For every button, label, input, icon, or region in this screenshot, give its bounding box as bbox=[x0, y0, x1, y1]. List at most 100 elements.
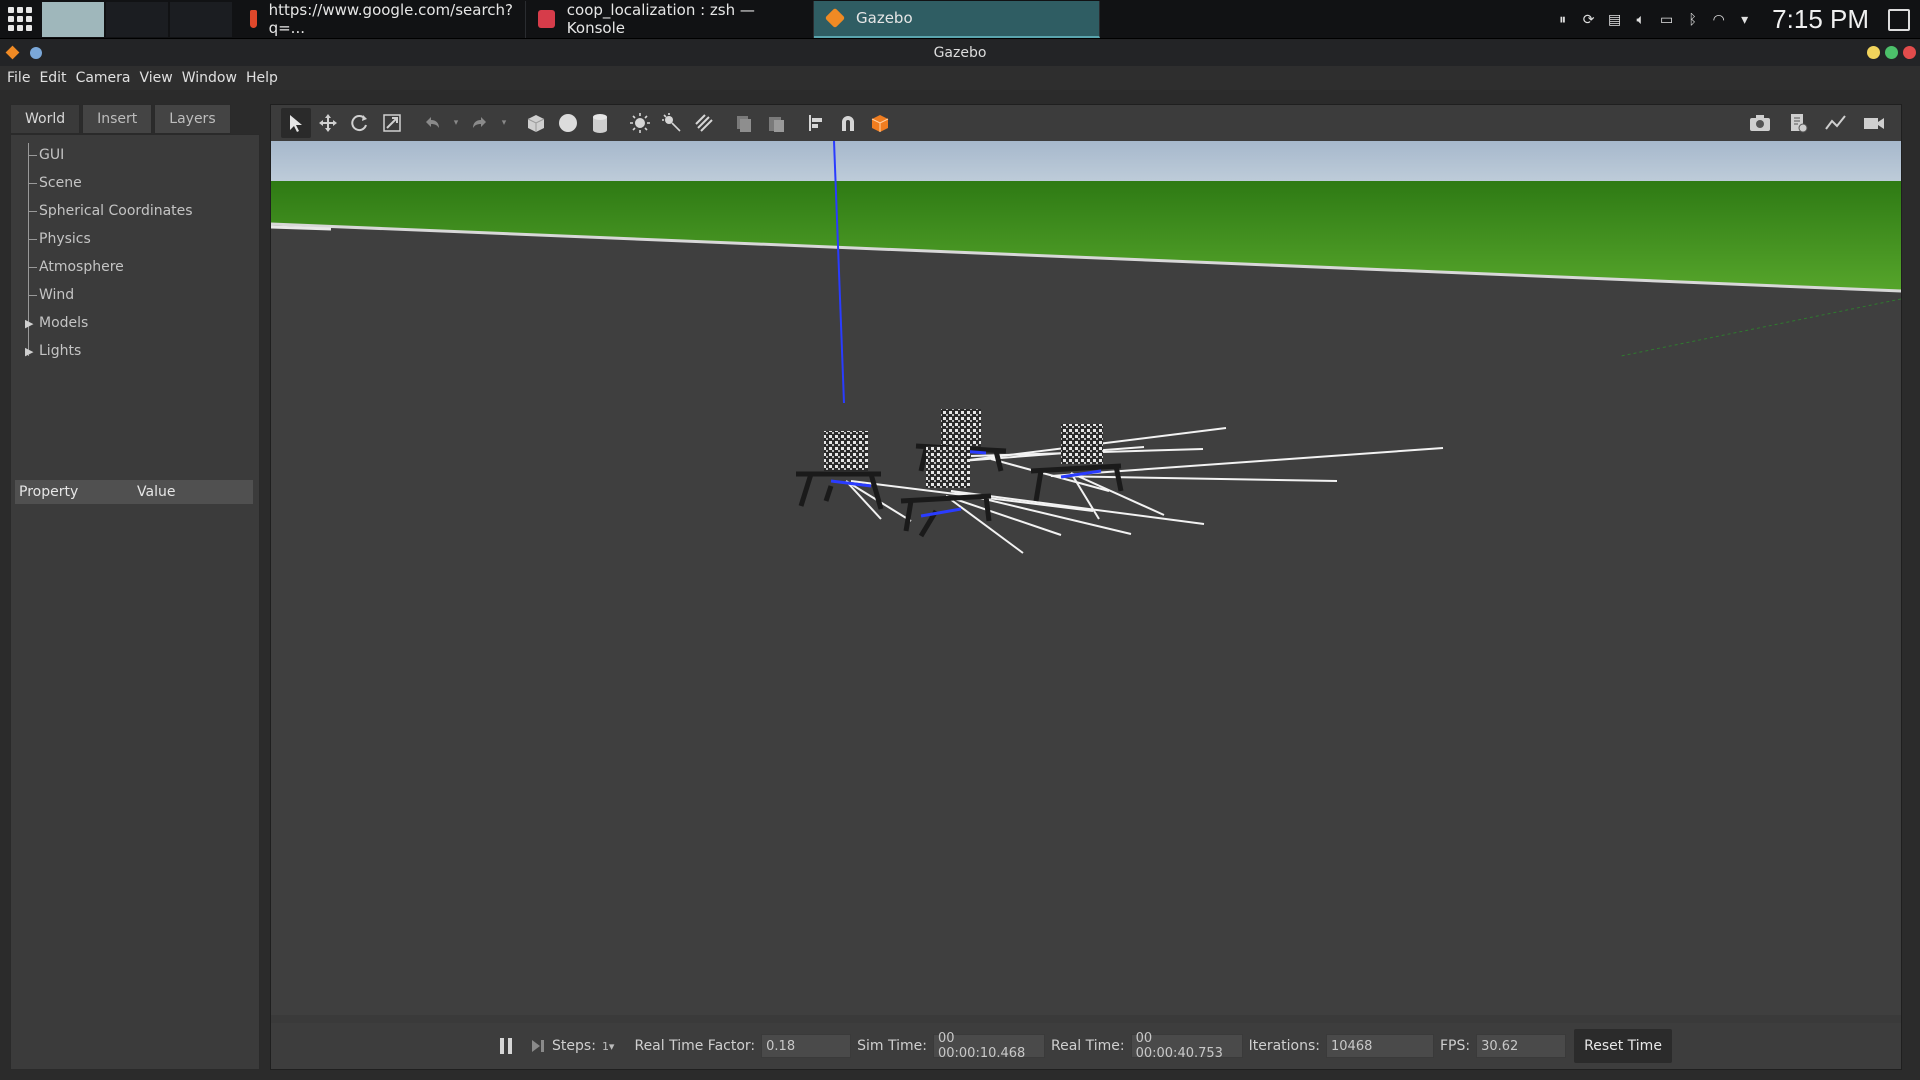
tree-item-atmosphere[interactable]: Atmosphere bbox=[11, 253, 259, 281]
steps-spinner[interactable]: 1▾ bbox=[602, 1040, 615, 1053]
screenshot-button[interactable] bbox=[1745, 108, 1775, 138]
bluetooth-icon[interactable]: ᛒ bbox=[1684, 11, 1701, 28]
tree-item-lights[interactable]: ▶ Lights bbox=[11, 337, 259, 365]
insert-cylinder-button[interactable] bbox=[585, 108, 615, 138]
grid-icon bbox=[8, 7, 32, 31]
world-tree: GUI Scene Spherical Coordinates Physics … bbox=[10, 134, 260, 1070]
step-forward-icon bbox=[532, 1040, 545, 1052]
tree-item-label: Lights bbox=[39, 343, 82, 359]
tree-item-models[interactable]: ▶ Models bbox=[11, 309, 259, 337]
steps-label: Steps: bbox=[552, 1038, 596, 1054]
value-column-header: Value bbox=[137, 484, 176, 500]
directional-light-icon bbox=[695, 114, 713, 132]
align-button[interactable] bbox=[801, 108, 831, 138]
spot-light-button[interactable] bbox=[657, 108, 687, 138]
task-konsole[interactable]: coop_localization : zsh — Konsole bbox=[526, 0, 814, 38]
tree-item-spherical-coordinates[interactable]: Spherical Coordinates bbox=[11, 197, 259, 225]
paste-button[interactable] bbox=[761, 108, 791, 138]
menu-camera[interactable]: Camera bbox=[76, 70, 140, 86]
tab-world[interactable]: World bbox=[10, 104, 81, 134]
maximize-button[interactable] bbox=[1885, 46, 1898, 59]
tree-item-physics[interactable]: Physics bbox=[11, 225, 259, 253]
volume-icon[interactable]: 🔈︎ bbox=[1632, 11, 1649, 28]
redo-history-dropdown[interactable]: ▾ bbox=[497, 108, 511, 138]
insert-box-button[interactable] bbox=[521, 108, 551, 138]
viewport-frame: ▾ ▾ Steps: 1▾ Real Time Factor: 0.18 Sim… bbox=[270, 104, 1902, 1070]
directional-light-button[interactable] bbox=[689, 108, 719, 138]
tree-item-wind[interactable]: Wind bbox=[11, 281, 259, 309]
scale-icon bbox=[383, 114, 401, 132]
step-button[interactable] bbox=[530, 1038, 546, 1054]
cylinder-shape-icon bbox=[593, 114, 607, 133]
snap-button[interactable] bbox=[833, 108, 863, 138]
cursor-arrow-icon bbox=[290, 115, 302, 132]
tree-item-gui[interactable]: GUI bbox=[11, 141, 259, 169]
window-title: Gazebo bbox=[933, 44, 987, 61]
menu-window[interactable]: Window bbox=[182, 70, 246, 86]
show-desktop-icon[interactable] bbox=[1888, 8, 1910, 31]
change-view-button[interactable] bbox=[865, 108, 895, 138]
fps-field: 30.62 bbox=[1476, 1034, 1567, 1058]
scene-render bbox=[271, 141, 1901, 1015]
chevron-down-icon: ▾ bbox=[453, 118, 459, 128]
menu-help[interactable]: Help bbox=[246, 70, 287, 86]
select-mode-button[interactable] bbox=[281, 108, 311, 138]
rotate-mode-button[interactable] bbox=[345, 108, 375, 138]
menu-edit[interactable]: Edit bbox=[39, 70, 75, 86]
task-browser[interactable]: https://www.google.com/search?q=... bbox=[238, 0, 526, 38]
minimize-button[interactable] bbox=[1867, 46, 1880, 59]
property-table-header: Property Value bbox=[15, 480, 253, 504]
tree-item-label: Atmosphere bbox=[39, 259, 124, 275]
tab-layers[interactable]: Layers bbox=[154, 104, 231, 134]
line-chart-icon bbox=[1825, 115, 1846, 130]
real-time-factor-label: Real Time Factor: bbox=[634, 1038, 756, 1054]
point-light-button[interactable] bbox=[625, 108, 655, 138]
clock[interactable]: 7:15 PM bbox=[1772, 4, 1869, 35]
undo-icon bbox=[426, 117, 439, 128]
expand-arrow-icon[interactable]: ▶ bbox=[25, 345, 33, 358]
desktop-pager-2[interactable] bbox=[106, 1, 168, 37]
window-titlebar[interactable]: Gazebo bbox=[0, 39, 1920, 66]
plot-button[interactable] bbox=[1821, 108, 1851, 138]
align-icon bbox=[809, 115, 822, 131]
app-launcher-button[interactable] bbox=[0, 0, 40, 39]
desktop-pager-1[interactable] bbox=[42, 1, 104, 37]
redo-button[interactable] bbox=[465, 108, 495, 138]
desktop-pager-3[interactable] bbox=[170, 1, 232, 37]
system-tray: ⏸ ⟳ ▤ 🔈︎ ▭ ᛒ ◠ ▾ 7:15 PM bbox=[1554, 0, 1920, 39]
copy-button[interactable] bbox=[729, 108, 759, 138]
magnet-icon bbox=[842, 116, 854, 131]
scale-mode-button[interactable] bbox=[377, 108, 407, 138]
update-icon[interactable]: ⟳ bbox=[1580, 11, 1597, 28]
battery-icon[interactable]: ▭ bbox=[1658, 11, 1675, 28]
move-arrows-icon bbox=[319, 114, 337, 132]
clipboard-icon[interactable]: ▤ bbox=[1606, 11, 1623, 28]
record-video-button[interactable] bbox=[1859, 108, 1889, 138]
sim-time-field: 00 00:00:10.468 bbox=[932, 1031, 1045, 1061]
menu-file[interactable]: File bbox=[7, 70, 39, 86]
log-data-button[interactable] bbox=[1783, 108, 1813, 138]
task-label: https://www.google.com/search?q=... bbox=[268, 1, 513, 37]
translate-mode-button[interactable] bbox=[313, 108, 343, 138]
tree-item-scene[interactable]: Scene bbox=[11, 169, 259, 197]
paste-icon bbox=[769, 117, 784, 132]
expand-arrow-icon[interactable]: ▶ bbox=[25, 317, 33, 330]
undo-history-dropdown[interactable]: ▾ bbox=[449, 108, 463, 138]
tab-insert[interactable]: Insert bbox=[82, 104, 153, 134]
spot-light-icon bbox=[662, 113, 681, 132]
tray-expand-icon[interactable]: ▾ bbox=[1736, 11, 1753, 28]
rotate-icon bbox=[351, 115, 367, 132]
3d-scene-view[interactable] bbox=[271, 141, 1901, 1015]
media-pause-icon[interactable]: ⏸ bbox=[1554, 11, 1571, 28]
undo-button[interactable] bbox=[417, 108, 447, 138]
wifi-icon[interactable]: ◠ bbox=[1710, 11, 1727, 28]
task-gazebo[interactable]: Gazebo bbox=[814, 0, 1100, 38]
reset-time-button[interactable]: Reset Time bbox=[1574, 1029, 1672, 1063]
menu-view[interactable]: View bbox=[140, 70, 182, 86]
camera-icon bbox=[1750, 115, 1770, 131]
terminal-icon bbox=[538, 10, 555, 28]
pause-button[interactable] bbox=[500, 1038, 513, 1054]
insert-sphere-button[interactable] bbox=[553, 108, 583, 138]
pause-icon bbox=[500, 1038, 513, 1054]
close-button[interactable] bbox=[1903, 46, 1916, 59]
